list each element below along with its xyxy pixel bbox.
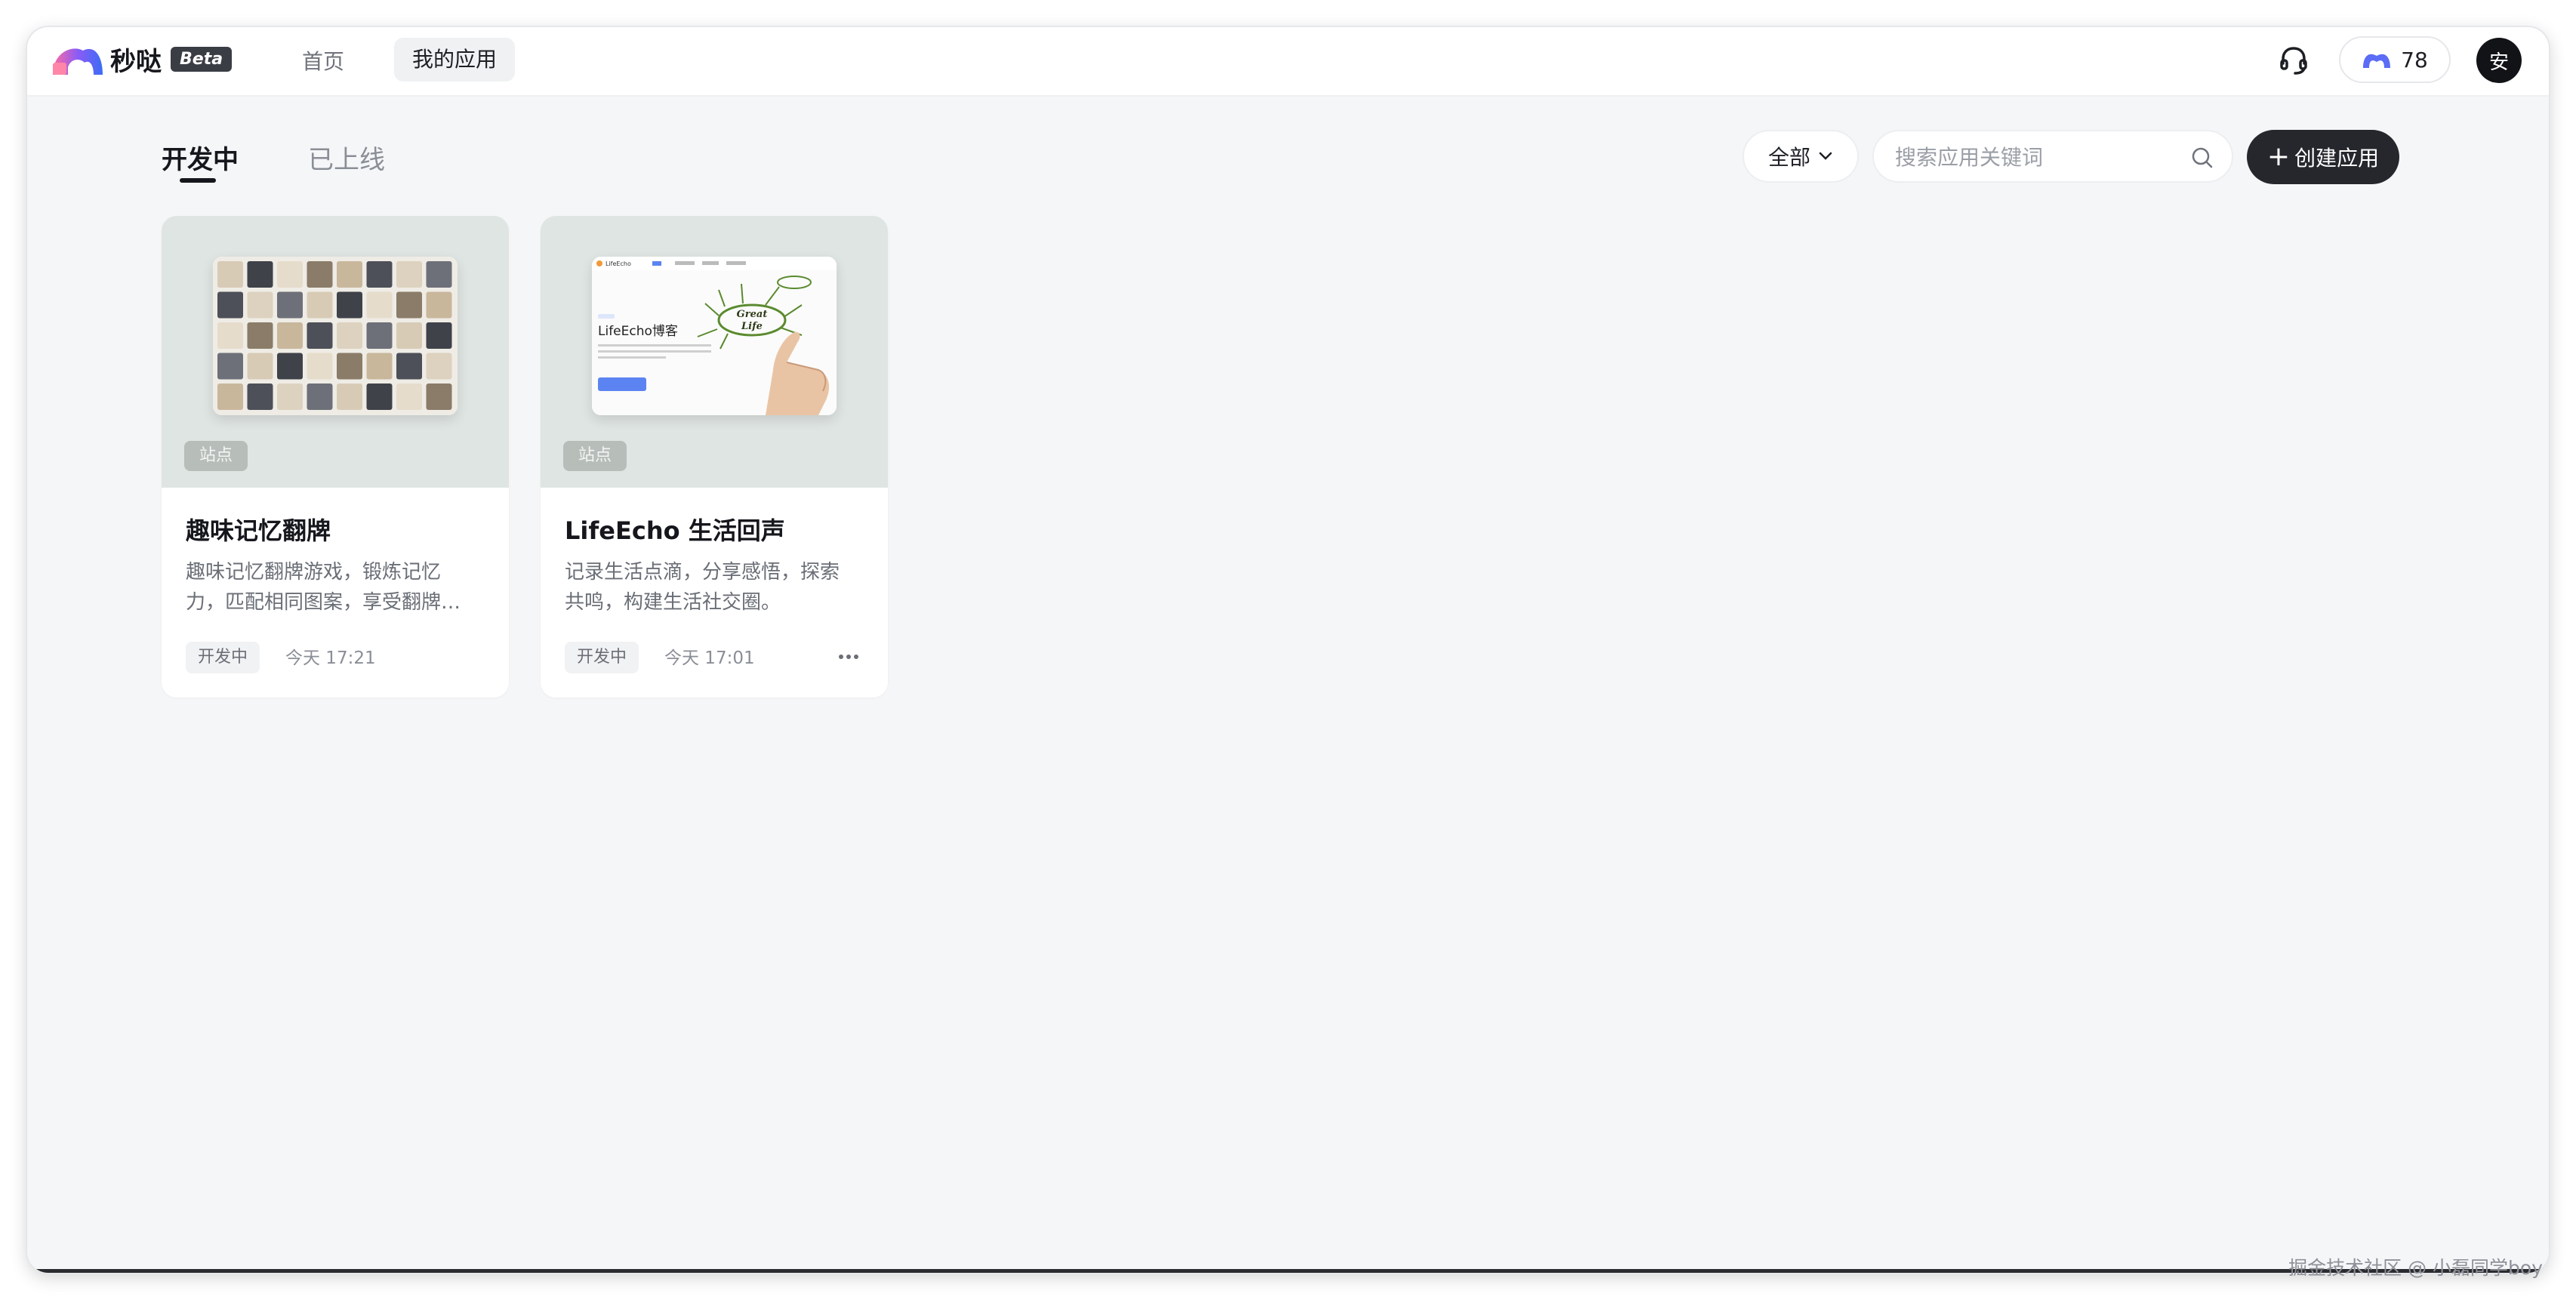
credits-button[interactable]: 78 <box>2339 36 2451 83</box>
memory-tile <box>247 322 273 349</box>
app-window: 秒哒 Beta 首页 我的应用 78 安 开发中 已上线 全部 搜索应用关键词 … <box>27 27 2549 1273</box>
memory-tile <box>217 353 243 380</box>
memory-tile <box>277 322 303 349</box>
card-description-line: 力，匹配相同图案，享受翻牌… <box>186 591 461 614</box>
tab-active-indicator <box>180 178 216 183</box>
nav-my-apps[interactable]: 我的应用 <box>394 38 516 82</box>
card-description-line: 记录生活点滴，分享感悟，探索 <box>565 561 840 584</box>
memory-tile <box>247 353 273 380</box>
memory-tile <box>366 353 393 380</box>
type-badge: 站点 <box>184 441 248 471</box>
memory-tile <box>247 261 273 288</box>
app-preview <box>213 257 458 415</box>
search-icon[interactable] <box>2189 145 2215 171</box>
memory-tile <box>217 291 243 319</box>
headset-icon[interactable] <box>2276 42 2312 79</box>
card-description: 记录生活点滴，分享感悟，探索 共鸣，构建生活社交圈。 <box>565 557 867 618</box>
filter-select[interactable]: 全部 <box>1742 130 1859 183</box>
card-description-line: 趣味记忆翻牌游戏，锻炼记忆 <box>186 561 442 584</box>
memory-tile <box>307 322 333 349</box>
memory-tile <box>396 384 422 410</box>
card-title: 趣味记忆翻牌 <box>186 516 331 545</box>
preview-art-line: Life <box>741 321 763 332</box>
memory-tile <box>307 384 333 410</box>
logo-icon <box>53 48 103 75</box>
updated-time: 今天 17:21 <box>285 648 376 668</box>
lifeecho-preview: LifeEcho LifeEcho博客 Great Life <box>592 257 837 415</box>
card-description-line: 共鸣，构建生活社交圈。 <box>565 591 781 614</box>
memory-tile <box>217 261 243 288</box>
memory-tile <box>337 384 362 410</box>
chevron-down-icon <box>1819 152 1832 160</box>
memory-tile <box>277 384 303 410</box>
memory-tile <box>366 291 393 319</box>
memory-tile <box>396 353 422 380</box>
memory-tile <box>307 353 333 380</box>
search-box[interactable] <box>1872 130 2233 183</box>
memory-tile <box>426 353 452 380</box>
app-card[interactable]: 站点 趣味记忆翻牌 趣味记忆翻牌游戏，锻炼记忆 力，匹配相同图案，享受翻牌… 开… <box>162 216 509 698</box>
card-thumbnail: 站点 <box>162 216 509 488</box>
app-name: 秒哒 <box>110 47 162 77</box>
credits-count: 78 <box>2401 47 2428 72</box>
memory-tile <box>396 322 422 349</box>
memory-grid-preview <box>213 257 458 415</box>
preview-heading: LifeEcho博客 <box>598 324 678 339</box>
memory-tile <box>426 291 452 319</box>
status-badge: 开发中 <box>186 642 260 673</box>
logo[interactable]: 秒哒 Beta <box>50 41 233 78</box>
memory-tile <box>426 384 452 410</box>
memory-tile <box>217 384 243 410</box>
memory-tile <box>426 261 452 288</box>
app-preview: LifeEcho LifeEcho博客 Great Life <box>592 257 837 415</box>
avatar[interactable]: 安 <box>2476 38 2522 83</box>
memory-tile <box>277 291 303 319</box>
nav-home[interactable]: 首页 <box>284 41 362 83</box>
beta-badge: Beta <box>171 47 233 72</box>
tab-developing[interactable]: 开发中 <box>162 139 239 176</box>
filter-value: 全部 <box>1767 145 1810 170</box>
memory-tile <box>396 261 422 288</box>
card-description: 趣味记忆翻牌游戏，锻炼记忆 力，匹配相同图案，享受翻牌… <box>186 557 488 618</box>
memory-tile <box>217 322 243 349</box>
card-thumbnail: LifeEcho LifeEcho博客 Great Life 站点 <box>541 216 888 488</box>
memory-tile <box>337 322 362 349</box>
card-title: LifeEcho 生活回声 <box>565 516 785 545</box>
window-bottom-edge <box>27 1269 2549 1273</box>
plus-icon: + <box>2266 141 2291 172</box>
create-app-label: 创建应用 <box>2294 146 2380 171</box>
memory-tile <box>396 291 422 319</box>
memory-tile <box>277 353 303 380</box>
search-input[interactable] <box>1893 139 2183 175</box>
memory-tile <box>337 353 362 380</box>
memory-tile <box>366 261 393 288</box>
create-app-button[interactable]: + 创建应用 <box>2247 130 2399 184</box>
type-badge: 站点 <box>563 441 627 471</box>
preview-brand: LifeEcho <box>605 260 631 267</box>
memory-tile <box>247 291 273 319</box>
memory-tile <box>277 261 303 288</box>
watermark: 掘金技术社区 @ 小磊同学boy <box>2288 1257 2543 1279</box>
memory-tile <box>337 291 362 319</box>
tab-online[interactable]: 已上线 <box>308 139 385 176</box>
top-nav: 秒哒 Beta 首页 我的应用 78 安 <box>27 27 2549 97</box>
status-badge: 开发中 <box>565 642 639 673</box>
more-options-icon[interactable] <box>834 643 864 670</box>
memory-tile <box>366 384 393 410</box>
memory-tile <box>307 261 333 288</box>
app-card[interactable]: LifeEcho LifeEcho博客 Great Life 站点 LifeEc… <box>541 216 888 698</box>
memory-tile <box>247 384 273 410</box>
memory-tile <box>426 322 452 349</box>
credits-icon <box>2363 54 2391 68</box>
preview-art-line: Great <box>737 309 768 320</box>
updated-time: 今天 17:01 <box>664 648 755 668</box>
memory-tile <box>366 322 393 349</box>
memory-tile <box>337 261 362 288</box>
memory-tile <box>307 291 333 319</box>
